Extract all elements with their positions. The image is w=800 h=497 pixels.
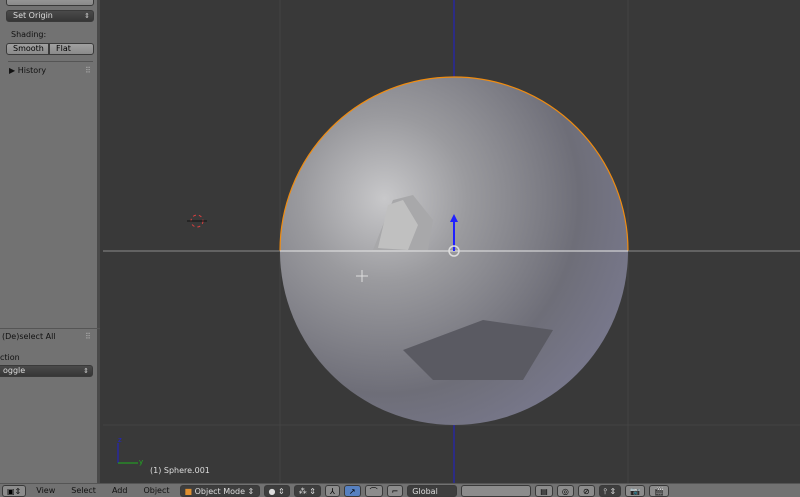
3d-viewport[interactable]: z y (1) Sphere.001: [103, 0, 800, 483]
magnet-icon: ⊘: [582, 486, 590, 496]
join-button[interactable]: [6, 0, 94, 6]
axis-z-label: z: [118, 436, 122, 444]
viewport-header: ▣⇕ View Select Add Object ■ Object Mode …: [0, 483, 800, 497]
proportional-edit-button[interactable]: ◎: [556, 484, 574, 497]
orientation-dropdown[interactable]: Global: [407, 484, 458, 497]
render-opengl-button[interactable]: 📷: [625, 484, 646, 497]
menu-object[interactable]: Object: [137, 486, 175, 495]
shading-dropdown[interactable]: ● ⇕: [263, 484, 290, 497]
sphere-shading-icon: ● ⇕: [268, 486, 285, 496]
render-animation-button[interactable]: 🎬: [649, 484, 670, 497]
mode-label: Object Mode: [194, 486, 246, 496]
history-label: History: [17, 66, 47, 75]
viewport-canvas[interactable]: [103, 0, 800, 483]
object-info: (1) Sphere.001: [150, 466, 210, 475]
shading-label: Shading:: [11, 30, 47, 39]
updown-icon: ⇕: [84, 12, 90, 20]
triangle-right-icon: ▶: [9, 66, 18, 75]
drag-handle-icon[interactable]: ⠿: [85, 66, 91, 75]
clapper-icon: 🎬: [654, 486, 665, 496]
cube-icon: ■: [184, 486, 195, 496]
divider: [0, 328, 100, 329]
pivot-icon: ⁂ ⇕: [298, 486, 316, 496]
scale-icon: ⌐: [391, 486, 399, 496]
smooth-button[interactable]: Smooth: [6, 43, 49, 55]
flat-button[interactable]: Flat: [49, 43, 94, 55]
scale-toggle[interactable]: ⌐: [386, 484, 404, 497]
drag-handle-icon[interactable]: ⠿: [85, 332, 91, 341]
editor-type-button[interactable]: ▣⇕: [2, 484, 27, 497]
arrow-icon: ↗: [348, 486, 356, 496]
layers-widget[interactable]: [461, 484, 532, 497]
proportional-icon: ◎: [561, 486, 569, 496]
manipulator-toggle[interactable]: ⅄: [324, 484, 340, 497]
snap-toggle[interactable]: ⊘: [577, 484, 595, 497]
snap-element-dropdown[interactable]: ⫯ ⇕: [598, 484, 622, 497]
lock-layer-button[interactable]: ▤: [535, 484, 553, 497]
manipulator-icon: ⅄: [329, 486, 335, 496]
action-value: oggle: [3, 366, 26, 375]
action-label: ction: [0, 353, 20, 362]
operator-title: (De)select All: [2, 332, 56, 341]
tool-shelf: Set Origin ⇕ Shading: Smooth Flat ▶ Histo…: [0, 0, 100, 483]
mode-dropdown[interactable]: ■ Object Mode ⇕: [179, 484, 260, 497]
axis-y-label: y: [139, 458, 144, 466]
history-panel-header[interactable]: ▶ History: [9, 66, 46, 75]
orientation-label: Global: [412, 486, 438, 496]
updown-icon: ⇕: [83, 367, 89, 375]
set-origin-label: Set Origin: [13, 11, 53, 20]
menu-add[interactable]: Add: [106, 486, 134, 495]
rotate-icon: ⌒: [369, 486, 378, 496]
menu-select[interactable]: Select: [65, 486, 102, 495]
set-origin-dropdown[interactable]: Set Origin ⇕: [6, 10, 94, 22]
pivot-dropdown[interactable]: ⁂ ⇕: [293, 484, 321, 497]
translate-toggle[interactable]: ↗: [343, 484, 361, 497]
layer-icon: ▤: [540, 486, 548, 496]
menu-view[interactable]: View: [30, 486, 61, 495]
snap-icon: ⫯ ⇕: [603, 486, 617, 496]
divider: [8, 61, 93, 62]
action-dropdown[interactable]: oggle ⇕: [0, 365, 93, 377]
camera-icon: 📷: [630, 486, 641, 496]
rotate-toggle[interactable]: ⌒: [364, 484, 383, 497]
